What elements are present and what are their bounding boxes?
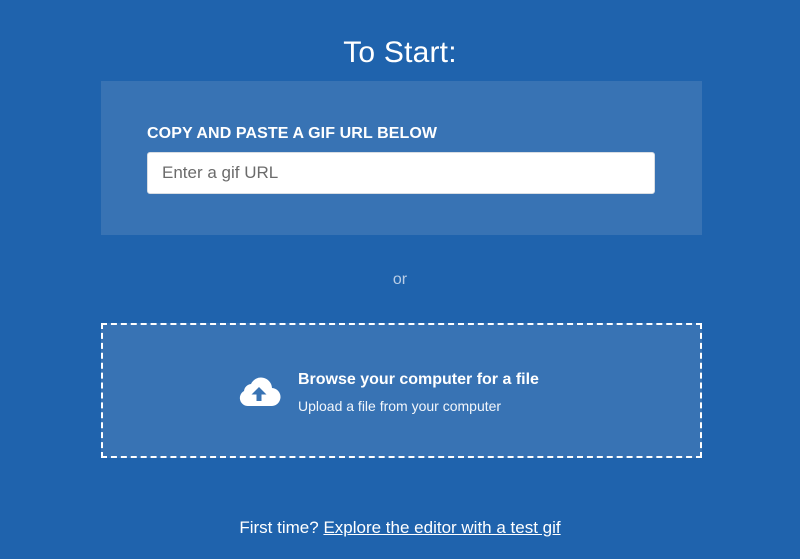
or-divider: or	[392, 271, 408, 288]
upload-title: Browse your computer for a file	[298, 371, 539, 388]
file-upload-dropzone[interactable]: Browse your computer for a file Upload a…	[101, 323, 702, 458]
cloud-upload-icon	[239, 377, 281, 407]
footer-prompt: First time?	[239, 518, 319, 537]
upload-subtitle: Upload a file from your computer	[298, 398, 502, 414]
test-gif-link[interactable]: Explore the editor with a test gif	[323, 518, 560, 537]
url-label: COPY AND PASTE A GIF URL BELOW	[147, 125, 438, 142]
page-title: To Start:	[343, 36, 457, 69]
footer: First time? Explore the editor with a te…	[0, 517, 800, 539]
gif-url-input[interactable]	[147, 152, 655, 194]
url-panel: COPY AND PASTE A GIF URL BELOW	[101, 81, 702, 235]
